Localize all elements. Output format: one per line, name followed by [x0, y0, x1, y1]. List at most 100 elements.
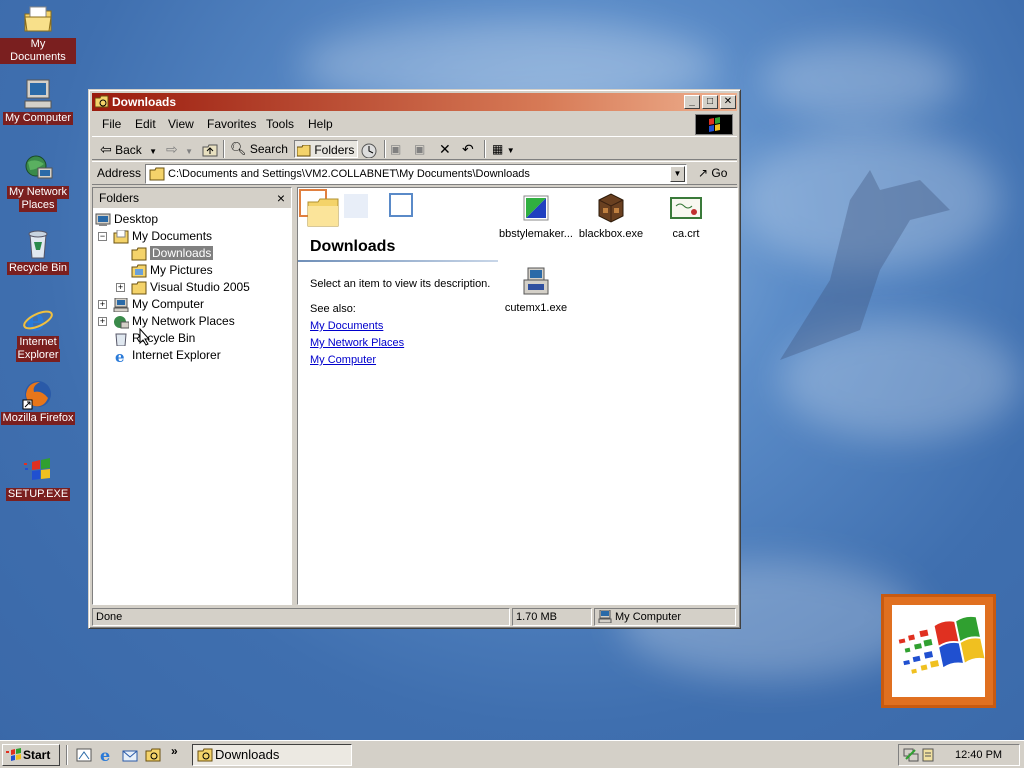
title-bar[interactable]: Downloads _ □ ✕ [92, 93, 737, 111]
folder-icon [131, 281, 147, 295]
desktop-icon-firefox[interactable]: Mozilla Firefox [0, 378, 76, 425]
desktop-icon-setup[interactable]: SETUP.EXE [0, 454, 76, 501]
views-dropdown-icon: ▼ [506, 146, 515, 155]
forward-button[interactable]: ⇨ ▼ [166, 140, 193, 158]
wallpaper-silhouette [780, 170, 950, 360]
address-input[interactable]: C:\Documents and Settings\VM2.COLLABNET\… [145, 164, 687, 184]
menu-view[interactable]: View [168, 117, 194, 131]
tree-item-internet-explorer[interactable]: e Internet Explorer [113, 347, 221, 366]
up-folder-button[interactable] [202, 140, 218, 158]
desktop-icon-recycle-bin[interactable]: Recycle Bin [0, 228, 76, 275]
taskbar-button-downloads[interactable]: Downloads [192, 744, 352, 766]
windows-flag-icon [898, 616, 985, 674]
copy-to-button[interactable]: ▣ [414, 140, 425, 158]
network-connection-icon[interactable] [903, 747, 919, 763]
undo-button[interactable]: ↶ [462, 140, 474, 158]
tree-expand-visual-studio[interactable]: + [116, 283, 125, 292]
views-button[interactable]: ▦ ▼ [492, 140, 515, 158]
desktop-icon-network-places[interactable]: My Network Places [0, 152, 76, 212]
volume-icon[interactable] [921, 747, 935, 763]
menu-favorites[interactable]: Favorites [207, 117, 256, 131]
minimize-button[interactable]: _ [684, 95, 700, 109]
folders-pane-header: Folders × [93, 188, 291, 208]
firefox-icon [22, 378, 54, 410]
tree-item-desktop[interactable]: Desktop [95, 211, 158, 227]
folder-banner-icon [299, 189, 413, 227]
heading-divider [298, 260, 498, 262]
search-button[interactable]: 🔍︎ Search [230, 140, 288, 158]
tree-item-visual-studio-2005[interactable]: Visual Studio 2005 [131, 279, 250, 295]
system-tray: 12:40 PM [898, 744, 1020, 766]
folders-pane-close-button[interactable]: × [277, 188, 285, 208]
internet-explorer-quicklaunch-icon[interactable]: e [99, 747, 115, 763]
go-arrow-icon: ↗ [698, 166, 709, 180]
tree-item-my-computer[interactable]: My Computer [113, 296, 204, 313]
explorer-quicklaunch-icon[interactable] [145, 747, 161, 763]
tree-expand-network-places[interactable]: + [98, 317, 107, 326]
link-my-documents[interactable]: My Documents [310, 320, 383, 332]
desktop-icon-my-computer[interactable]: My Computer [0, 78, 76, 125]
folders-pane: Folders × Desktop − My Documents Downloa… [92, 187, 292, 605]
windows-logo-badge [881, 594, 996, 708]
status-bar: Done 1.70 MB My Computer [92, 608, 737, 626]
menu-edit[interactable]: Edit [135, 117, 156, 131]
link-my-network-places[interactable]: My Network Places [310, 337, 404, 349]
tree-item-recycle-bin[interactable]: Recycle Bin [113, 330, 195, 347]
windows-flag-icon [6, 748, 21, 761]
explorer-window[interactable]: Downloads _ □ ✕ File Edit View Favorites… [88, 89, 741, 629]
outlook-express-icon[interactable] [122, 747, 138, 763]
open-folder-icon [131, 247, 147, 261]
back-button[interactable]: ⇦ Back ▼ [100, 140, 157, 158]
file-bbstylemaker[interactable]: bbstylemaker... [496, 192, 576, 240]
folders-icon [296, 144, 311, 157]
bbstylemaker-icon [520, 192, 552, 224]
move-to-button[interactable]: ▣ [390, 140, 401, 158]
close-button[interactable]: ✕ [720, 95, 736, 109]
address-value: C:\Documents and Settings\VM2.COLLABNET\… [168, 168, 530, 180]
certificate-icon [670, 192, 702, 224]
tree-expand-my-computer[interactable]: + [98, 300, 107, 309]
folder-heading: Downloads [310, 238, 396, 255]
svg-text:e: e [100, 747, 110, 763]
my-computer-icon [113, 297, 129, 313]
search-icon: 🔍︎ [230, 141, 247, 156]
desktop-icon-my-documents[interactable]: My Documents [0, 4, 76, 64]
my-documents-icon [22, 4, 54, 36]
recycle-bin-icon [113, 332, 129, 347]
toolbar-separator [223, 140, 225, 158]
description-text: Select an item to view its description. [310, 278, 491, 290]
installer-icon [520, 266, 552, 298]
desktop-icon-internet-explorer[interactable]: e Internet Explorer [0, 302, 76, 362]
quicklaunch-chevron[interactable]: » [171, 744, 178, 758]
maximize-button[interactable]: □ [702, 95, 718, 109]
file-blackbox[interactable]: blackbox.exe [571, 192, 651, 240]
menu-file[interactable]: File [102, 117, 121, 131]
delete-button[interactable]: ✕ [439, 140, 451, 158]
file-cutemx1[interactable]: cutemx1.exe [496, 266, 576, 314]
menu-tools[interactable]: Tools [266, 117, 294, 131]
start-button[interactable]: Start [2, 744, 60, 766]
up-folder-icon [202, 144, 218, 157]
window-title: Downloads [112, 95, 177, 109]
taskbar: Start e » Downloads 12:40 PM [0, 740, 1024, 768]
link-my-computer[interactable]: My Computer [310, 354, 376, 366]
copy-to-icon: ▣ [414, 142, 426, 156]
history-button[interactable] [360, 140, 378, 159]
folders-button[interactable]: Folders [294, 140, 359, 158]
tree-item-my-documents[interactable]: My Documents [113, 228, 212, 244]
blackbox-icon [595, 192, 627, 224]
content-pane: Downloads Select an item to view its des… [297, 187, 738, 605]
address-dropdown-button[interactable]: ▼ [670, 166, 685, 182]
show-desktop-icon[interactable] [76, 747, 92, 763]
file-ca-crt[interactable]: ca.crt [646, 192, 726, 240]
folder-icon [149, 167, 165, 181]
forward-dropdown-icon: ▼ [185, 147, 193, 156]
history-icon [361, 143, 377, 159]
tree-item-my-network-places[interactable]: My Network Places [113, 313, 235, 329]
tree-item-downloads[interactable]: Downloads [131, 245, 214, 261]
tree-item-my-pictures[interactable]: My Pictures [131, 262, 213, 278]
back-arrow-icon: ⇦ [100, 141, 112, 157]
menu-help[interactable]: Help [308, 117, 333, 131]
tree-collapse-my-documents[interactable]: − [98, 232, 107, 241]
go-button[interactable]: ↗ Go [698, 166, 727, 180]
